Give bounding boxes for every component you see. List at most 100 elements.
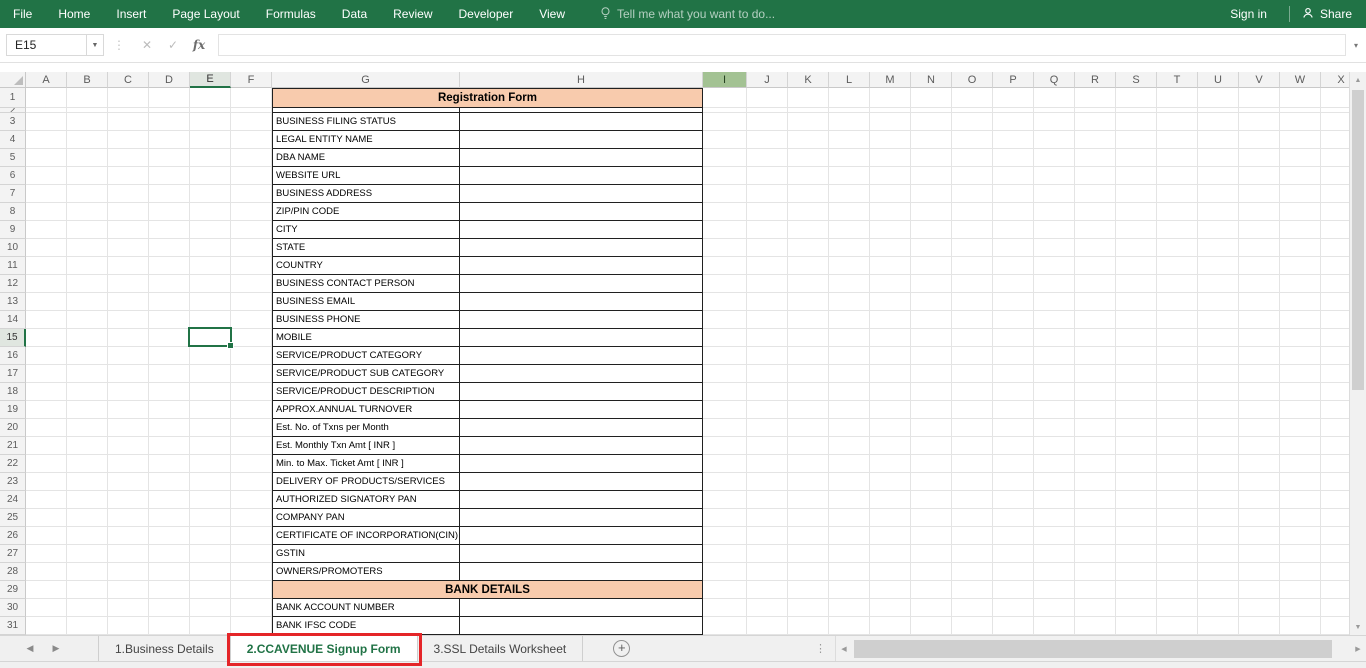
- grid-cell[interactable]: [703, 347, 747, 365]
- row-header-18[interactable]: 18: [0, 383, 26, 401]
- grid-cell[interactable]: [1075, 473, 1116, 491]
- grid-cell[interactable]: [993, 473, 1034, 491]
- grid-cell[interactable]: [747, 401, 788, 419]
- row-header-15[interactable]: 15: [0, 329, 26, 347]
- grid-cell[interactable]: [1116, 113, 1157, 131]
- row-header-8[interactable]: 8: [0, 203, 26, 221]
- grid-cell[interactable]: [108, 455, 149, 473]
- row-header-23[interactable]: 23: [0, 473, 26, 491]
- grid-cell[interactable]: [108, 401, 149, 419]
- grid-cell[interactable]: [870, 275, 911, 293]
- field-value-cell-H3[interactable]: [460, 113, 703, 131]
- grid-cell[interactable]: [26, 491, 67, 509]
- grid-cell[interactable]: [231, 275, 272, 293]
- grid-cell[interactable]: [67, 88, 108, 108]
- grid-cell[interactable]: [149, 599, 190, 617]
- grid-cell[interactable]: [1198, 545, 1239, 563]
- grid-cell[interactable]: [788, 401, 829, 419]
- grid-cell[interactable]: [1239, 581, 1280, 599]
- grid-cell[interactable]: [26, 257, 67, 275]
- grid-cell[interactable]: [231, 545, 272, 563]
- grid-cell[interactable]: [1198, 617, 1239, 635]
- grid-cell[interactable]: [26, 527, 67, 545]
- grid-cell[interactable]: [26, 563, 67, 581]
- grid-cell[interactable]: [1321, 329, 1349, 347]
- grid-cell[interactable]: [703, 167, 747, 185]
- grid-cell[interactable]: [149, 491, 190, 509]
- grid-cell[interactable]: [703, 455, 747, 473]
- grid-cell[interactable]: [1075, 257, 1116, 275]
- grid-cell[interactable]: [26, 167, 67, 185]
- field-value-cell-H9[interactable]: [460, 221, 703, 239]
- grid-cell[interactable]: [1075, 275, 1116, 293]
- grid-cell[interactable]: [108, 419, 149, 437]
- grid-cell[interactable]: [829, 383, 870, 401]
- grid-cell[interactable]: [870, 617, 911, 635]
- grid-cell[interactable]: [703, 113, 747, 131]
- grid-cell[interactable]: [67, 401, 108, 419]
- grid-cell[interactable]: [1157, 113, 1198, 131]
- grid-cell[interactable]: [149, 113, 190, 131]
- grid-cell[interactable]: [1198, 455, 1239, 473]
- row-header-24[interactable]: 24: [0, 491, 26, 509]
- grid-cell[interactable]: [1157, 401, 1198, 419]
- grid-cell[interactable]: [1198, 185, 1239, 203]
- grid-cell[interactable]: [67, 329, 108, 347]
- grid-cell[interactable]: [747, 419, 788, 437]
- grid-cell[interactable]: [190, 113, 231, 131]
- grid-cell[interactable]: [788, 257, 829, 275]
- grid-cell[interactable]: [1239, 599, 1280, 617]
- field-value-cell-H21[interactable]: [460, 437, 703, 455]
- grid-cell[interactable]: [1116, 545, 1157, 563]
- ribbon-tab-page-layout[interactable]: Page Layout: [159, 0, 252, 28]
- grid-cell[interactable]: [1239, 509, 1280, 527]
- grid-cell[interactable]: [747, 581, 788, 599]
- grid-cell[interactable]: [1075, 185, 1116, 203]
- grid-cell[interactable]: [1116, 203, 1157, 221]
- grid-cell[interactable]: [1157, 617, 1198, 635]
- grid-cell[interactable]: [747, 203, 788, 221]
- column-header-U[interactable]: U: [1198, 72, 1239, 88]
- grid-cell[interactable]: [911, 257, 952, 275]
- grid-cell[interactable]: [67, 437, 108, 455]
- cancel-icon[interactable]: ✕: [134, 38, 160, 52]
- grid-cell[interactable]: [1034, 581, 1075, 599]
- grid-cell[interactable]: [149, 275, 190, 293]
- grid-cell[interactable]: [1116, 275, 1157, 293]
- grid-cell[interactable]: [67, 239, 108, 257]
- grid-cell[interactable]: [1198, 419, 1239, 437]
- grid-cell[interactable]: [1280, 311, 1321, 329]
- grid-cell[interactable]: [788, 599, 829, 617]
- field-value-cell-H26[interactable]: [460, 527, 703, 545]
- grid-cell[interactable]: [1280, 347, 1321, 365]
- field-value-cell-H23[interactable]: [460, 473, 703, 491]
- grid-cell[interactable]: [870, 563, 911, 581]
- grid-cell[interactable]: [788, 329, 829, 347]
- select-all-button[interactable]: [0, 72, 26, 88]
- grid-cell[interactable]: [67, 599, 108, 617]
- grid-cell[interactable]: [829, 275, 870, 293]
- grid-cell[interactable]: [1321, 491, 1349, 509]
- grid-cell[interactable]: [870, 329, 911, 347]
- grid-cell[interactable]: [1157, 365, 1198, 383]
- field-value-cell-H12[interactable]: [460, 275, 703, 293]
- grid-cell[interactable]: [870, 88, 911, 108]
- row-header-3[interactable]: 3: [0, 113, 26, 131]
- grid-cell[interactable]: [1280, 473, 1321, 491]
- grid-cell[interactable]: [1198, 257, 1239, 275]
- grid-cell[interactable]: [747, 257, 788, 275]
- grid-cell[interactable]: [1075, 113, 1116, 131]
- grid-cell[interactable]: [1075, 131, 1116, 149]
- grid-cell[interactable]: [26, 617, 67, 635]
- grid-cell[interactable]: [1157, 311, 1198, 329]
- grid-cell[interactable]: [993, 491, 1034, 509]
- grid-cell[interactable]: [108, 563, 149, 581]
- grid-cell[interactable]: [231, 113, 272, 131]
- grid-cell[interactable]: [1034, 473, 1075, 491]
- scroll-up-icon[interactable]: ▲: [1350, 72, 1366, 88]
- field-value-cell-H18[interactable]: [460, 383, 703, 401]
- grid-cell[interactable]: [1034, 437, 1075, 455]
- grid-cell[interactable]: [703, 311, 747, 329]
- grid-cell[interactable]: [1280, 239, 1321, 257]
- grid-cell[interactable]: [190, 437, 231, 455]
